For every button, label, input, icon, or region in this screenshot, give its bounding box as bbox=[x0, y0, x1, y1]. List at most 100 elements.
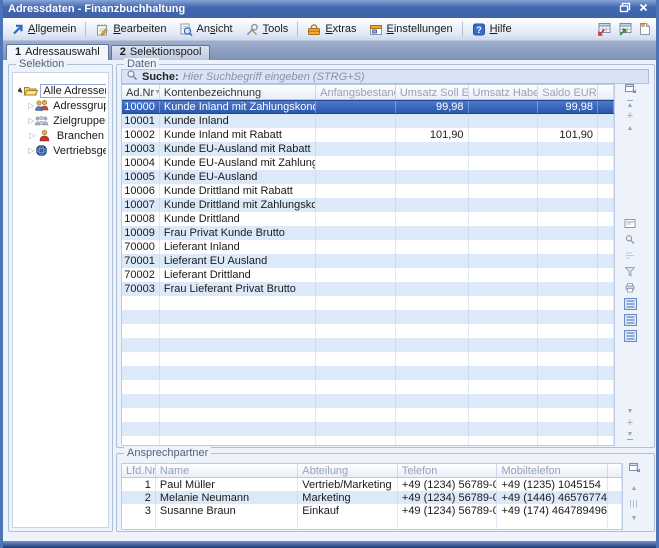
account-row-10002[interactable]: 10002Kunde Inland mit Rabatt101,90101,90 bbox=[122, 128, 614, 142]
account-row-70002[interactable]: 70002Lieferant Drittland bbox=[122, 268, 614, 282]
cell bbox=[538, 366, 598, 380]
menu-bearbeiten[interactable]: Bearbeiten bbox=[89, 21, 172, 38]
column-header-telefon[interactable]: Telefon bbox=[398, 464, 498, 477]
cell bbox=[469, 408, 539, 422]
cell bbox=[396, 170, 469, 184]
account-row-10007[interactable]: 10007Kunde Drittland mit Zahlungskonditi… bbox=[122, 198, 614, 212]
column-header-abteilung[interactable]: Abteilung bbox=[298, 464, 398, 477]
column-chooser-icon[interactable] bbox=[626, 461, 642, 474]
help-icon: ? bbox=[472, 23, 486, 36]
account-row-10004[interactable]: 10004Kunde EU-Ausland mit Zahlungskondti… bbox=[122, 156, 614, 170]
new-note-button[interactable] bbox=[638, 22, 651, 36]
previous-row-icon[interactable]: ▲ bbox=[622, 122, 638, 135]
account-row-10003[interactable]: 10003Kunde EU-Ausland mit Rabatt bbox=[122, 142, 614, 156]
territories-icon bbox=[34, 144, 49, 157]
cell: 10002 bbox=[122, 128, 160, 142]
tree-icon-wrap bbox=[37, 129, 53, 142]
account-row-70000[interactable]: 70000Lieferant Inland bbox=[122, 240, 614, 254]
table-export-red-icon bbox=[596, 22, 612, 36]
contact-row-melanie-neumann[interactable]: 2Melanie NeumannMarketing+49 (1234) 5678… bbox=[122, 491, 622, 504]
column-header-label: Kontenbezeichnung bbox=[164, 87, 261, 99]
filter-icon[interactable] bbox=[622, 265, 638, 278]
tree-item-alle-adressen[interactable]: ▶Alle Adressen bbox=[18, 83, 106, 98]
column-header-lfd-nr-[interactable]: Lfd.Nr. bbox=[122, 464, 156, 477]
cell bbox=[316, 226, 396, 240]
column-header-saldo-eur[interactable]: Saldo EUR bbox=[538, 85, 598, 99]
menu-ansicht[interactable]: Ansicht bbox=[173, 21, 239, 38]
account-row-10009[interactable]: 10009Frau Privat Kunde Brutto bbox=[122, 226, 614, 240]
column-header-anfangsbestand-eur[interactable]: Anfangsbestand EUR bbox=[316, 85, 396, 99]
card-view-icon[interactable] bbox=[622, 217, 638, 230]
column-chooser-icon[interactable] bbox=[622, 82, 638, 95]
cell: Kunde Inland mit Zahlungskondition und L… bbox=[160, 101, 316, 113]
tree-item-vertriebsgebiete[interactable]: ▷Vertriebsgebiete bbox=[18, 143, 106, 158]
cell bbox=[396, 240, 469, 254]
search-records-icon[interactable] bbox=[622, 233, 638, 246]
account-row-10008[interactable]: 10008Kunde Drittland bbox=[122, 212, 614, 226]
contacts-table: Lfd.Nr.NameAbteilungTelefonMobiltelefon1… bbox=[121, 463, 623, 530]
close-button[interactable] bbox=[636, 3, 651, 16]
cell bbox=[316, 198, 396, 212]
toolbar-separator bbox=[462, 22, 463, 37]
cell: 101,90 bbox=[396, 128, 469, 142]
column-header-name[interactable]: Name bbox=[156, 464, 298, 477]
cell: Vertrieb/Marketing bbox=[298, 478, 398, 491]
tree-item-label: Vertriebsgebiete bbox=[51, 145, 106, 157]
restore-button[interactable] bbox=[617, 3, 632, 16]
menu-extras[interactable]: Extras bbox=[301, 21, 362, 38]
column-header-ad-nr[interactable]: Ad.Nr▼ bbox=[122, 85, 160, 99]
column-header-umsatz-haben-eur[interactable]: Umsatz Haben EUR bbox=[469, 85, 539, 99]
menu-einstellungen[interactable]: Einstellungen bbox=[363, 21, 459, 38]
cell bbox=[598, 101, 614, 113]
goto-last-row-icon[interactable]: ▼ bbox=[622, 429, 638, 442]
scroll-down-icon[interactable]: ▼ bbox=[626, 512, 642, 525]
tree-item-adressgruppen[interactable]: ▷Adressgruppen bbox=[18, 98, 106, 113]
grip-icon[interactable]: ||| bbox=[626, 497, 642, 510]
account-row-10006[interactable]: 10006Kunde Drittland mit Rabatt bbox=[122, 184, 614, 198]
menu-hilfe[interactable]: ?Hilfe bbox=[466, 21, 518, 38]
cell bbox=[396, 184, 469, 198]
menu-tools[interactable]: Tools bbox=[239, 21, 295, 38]
collapsed-arrow-icon[interactable]: ▷ bbox=[28, 131, 37, 140]
menu-label-extras: Extras bbox=[325, 23, 356, 35]
cell: 10009 bbox=[122, 226, 160, 240]
scroll-up-icon[interactable]: ▲ bbox=[626, 482, 642, 495]
empty-row bbox=[122, 380, 614, 394]
print-icon[interactable] bbox=[622, 281, 638, 294]
table-export-green-button[interactable] bbox=[617, 22, 633, 36]
list-view-3-icon[interactable] bbox=[622, 329, 638, 342]
table-export-green-icon bbox=[617, 22, 633, 36]
account-row-70001[interactable]: 70001Lieferant EU Ausland bbox=[122, 254, 614, 268]
cell bbox=[316, 436, 396, 446]
search-input[interactable]: Suche: Hier Suchbegriff eingeben (STRG+S… bbox=[121, 69, 649, 84]
cell bbox=[122, 366, 160, 380]
cell bbox=[396, 254, 469, 268]
account-row-10005[interactable]: 10005Kunde EU-Ausland bbox=[122, 170, 614, 184]
column-header-kontenbezeichnung[interactable]: Kontenbezeichnung bbox=[160, 85, 316, 99]
industries-icon bbox=[37, 129, 52, 142]
account-row-10000[interactable]: 10000Kunde Inland mit Zahlungskondition … bbox=[122, 100, 614, 114]
account-row-10001[interactable]: 10001Kunde Inland bbox=[122, 114, 614, 128]
settings-icon bbox=[369, 23, 383, 36]
tree-item-label: Alle Adressen bbox=[40, 84, 106, 98]
table-export-red-button[interactable] bbox=[596, 22, 612, 36]
contact-row-susanne-braun[interactable]: 3Susanne BraunEinkauf+49 (1234) 56789-00… bbox=[122, 504, 622, 517]
list-view-2-icon[interactable] bbox=[622, 313, 638, 326]
cell: Lieferant Drittland bbox=[160, 268, 316, 282]
account-row-70003[interactable]: 70003Frau Lieferant Privat Brutto bbox=[122, 282, 614, 296]
cell: 70002 bbox=[122, 268, 160, 282]
column-header-mobiltelefon[interactable]: Mobiltelefon bbox=[497, 464, 608, 477]
cell bbox=[538, 268, 598, 282]
cell bbox=[396, 282, 469, 296]
cell bbox=[538, 184, 598, 198]
list-view-1-icon[interactable] bbox=[622, 297, 638, 310]
menu-allgemein[interactable]: Allgemein bbox=[5, 21, 82, 38]
tree-item-zielgruppen[interactable]: ▷Zielgruppen bbox=[18, 113, 106, 128]
sort-disabled-icon[interactable] bbox=[622, 249, 638, 262]
tree-item-branchen[interactable]: ▷Branchen bbox=[18, 128, 106, 143]
contact-row-paul-müller[interactable]: 1Paul MüllerVertrieb/Marketing+49 (1234)… bbox=[122, 478, 622, 491]
cell: 70000 bbox=[122, 240, 160, 254]
cell bbox=[122, 310, 160, 324]
column-header-umsatz-soll-eur[interactable]: Umsatz Soll EUR bbox=[396, 85, 469, 99]
cell bbox=[598, 422, 614, 436]
